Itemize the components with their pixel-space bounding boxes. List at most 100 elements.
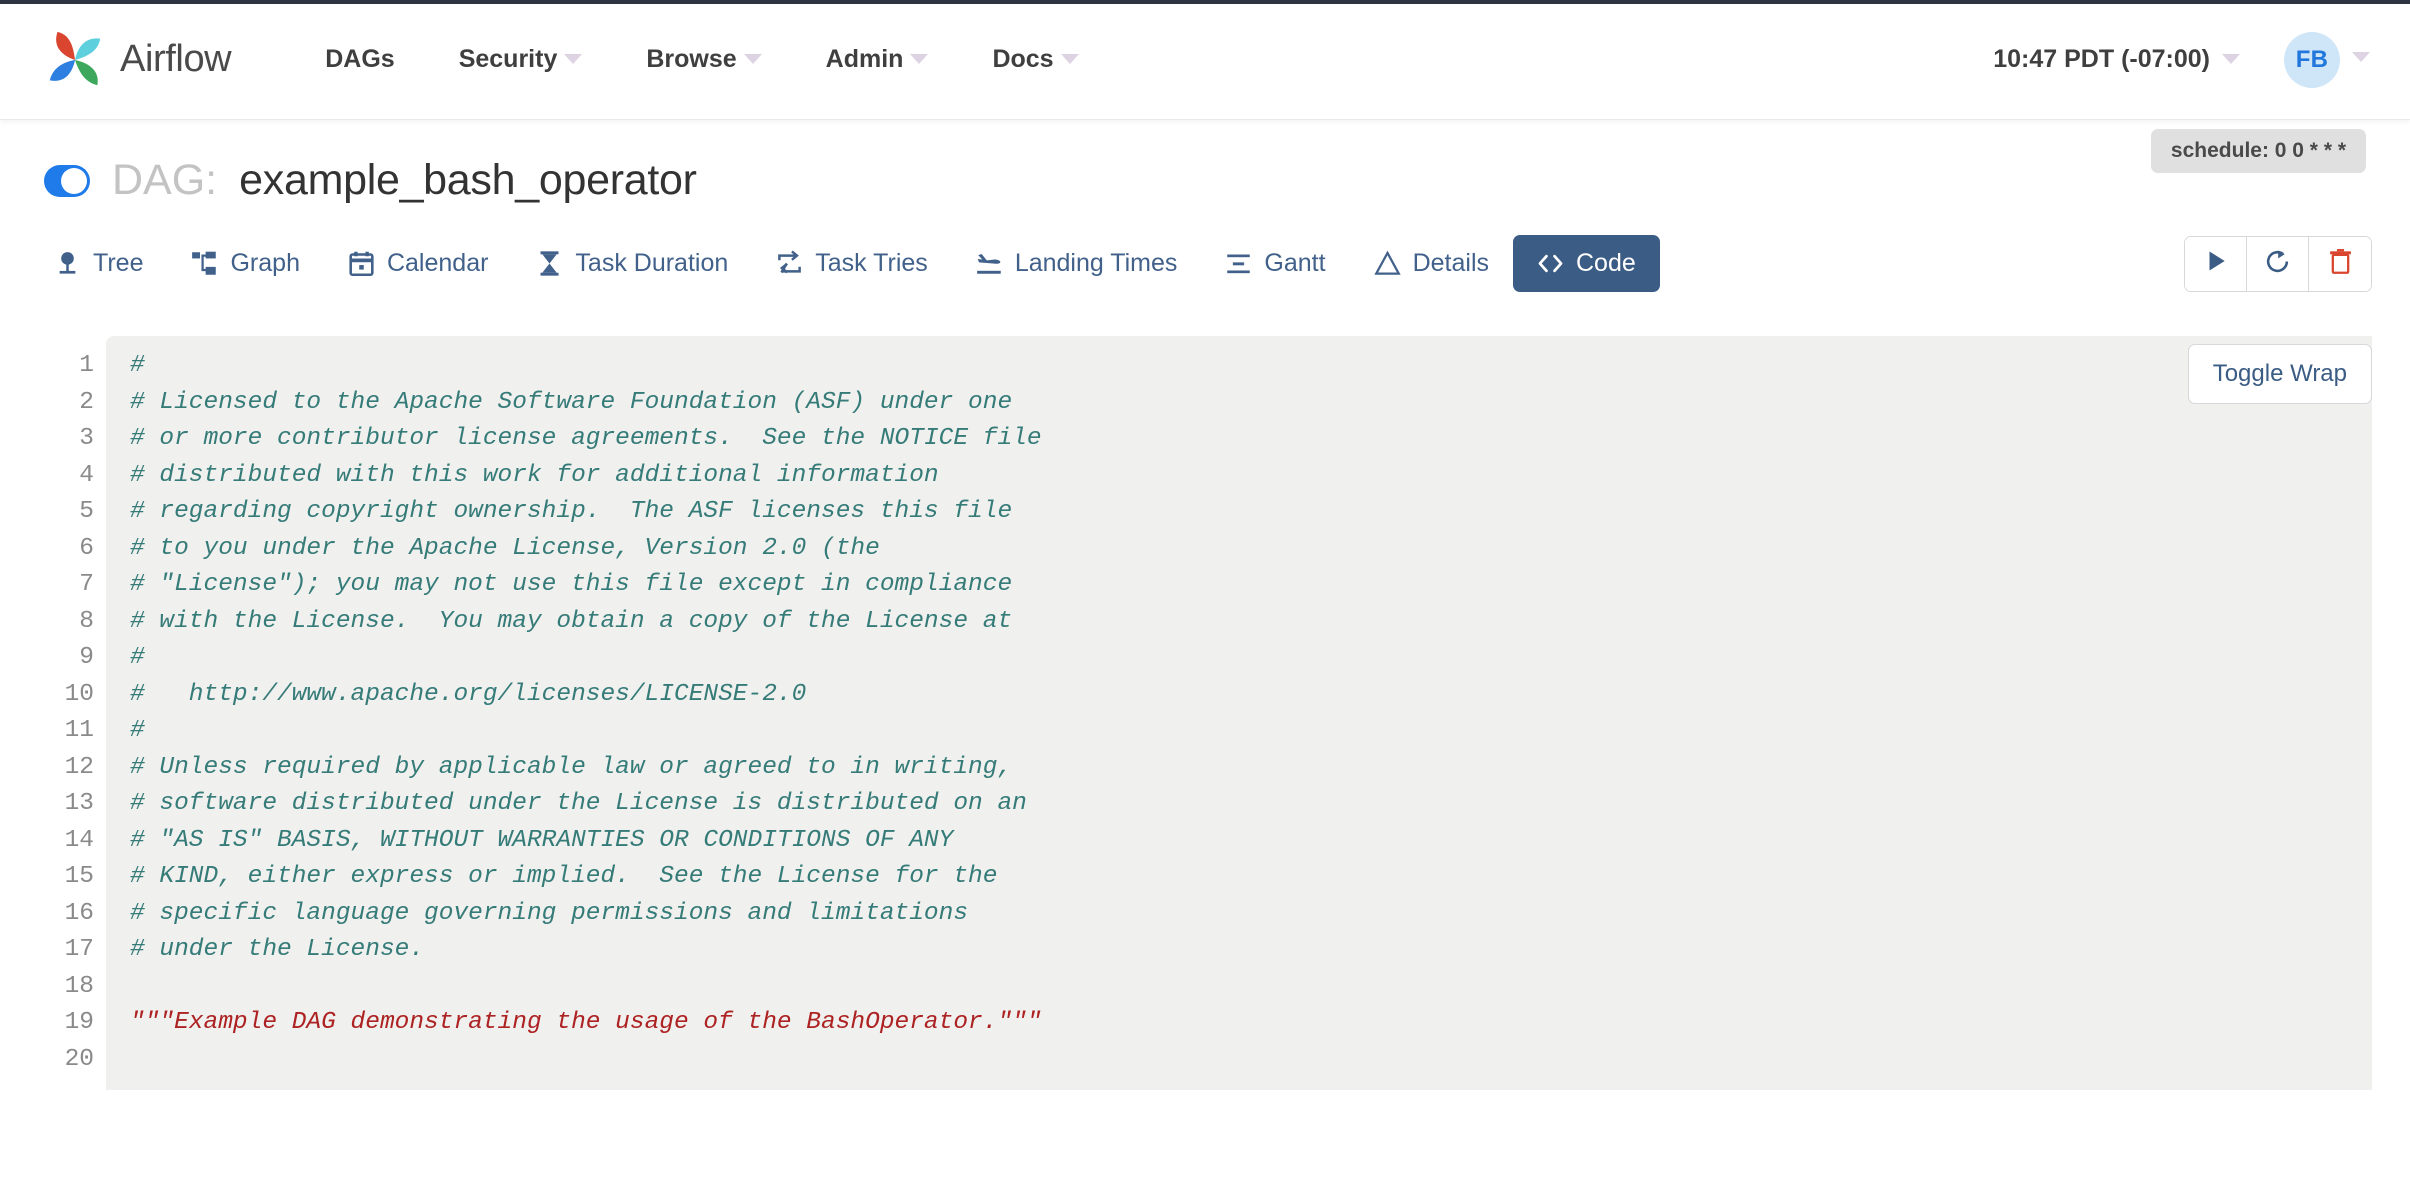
tab-label: Code — [1576, 249, 1636, 277]
page-title: example_bash_operator — [239, 156, 697, 204]
code-content[interactable]: # # Licensed to the Apache Software Found… — [106, 336, 2372, 1090]
refresh-icon — [2264, 248, 2291, 280]
toggle-wrap-button[interactable]: Toggle Wrap — [2187, 344, 2372, 404]
tab-details[interactable]: Details — [1350, 235, 1513, 292]
delete-dag-button[interactable] — [2309, 236, 2371, 291]
tab-label: Details — [1412, 249, 1489, 277]
avatar: FB — [2284, 31, 2340, 88]
nav-item-security[interactable]: Security — [427, 35, 615, 84]
line-number: 11 — [64, 717, 94, 744]
line-number: 13 — [64, 790, 94, 817]
tab-label: Task Tries — [815, 249, 928, 277]
nav-item-label: DAGs — [325, 45, 395, 73]
line-number: 1 — [79, 352, 94, 379]
tab-graph[interactable]: Graph — [167, 235, 323, 292]
user-menu[interactable]: FB — [2262, 31, 2370, 88]
timezone-selector[interactable]: 10:47 PDT (-07:00) — [1971, 35, 2262, 84]
triangle-info-icon — [1373, 250, 1401, 277]
code-line: # — [130, 717, 145, 744]
line-number: 6 — [79, 534, 94, 562]
line-number: 9 — [79, 644, 94, 671]
tab-gantt[interactable]: Gantt — [1201, 235, 1349, 292]
project-diagram-icon — [191, 250, 218, 277]
line-number-gutter: 1 2 3 4 5 6 7 8 9 10 11 12 13 14 15 16 17 18 19 20 — [44, 336, 106, 1090]
tab-label: Task Duration — [575, 249, 729, 277]
line-number: 8 — [79, 607, 94, 635]
line-number: 20 — [64, 1045, 94, 1073]
chevron-down-icon — [910, 54, 929, 64]
code-line: # — [130, 644, 145, 671]
line-number: 18 — [64, 972, 94, 1000]
nav-item-admin[interactable]: Admin — [794, 35, 961, 84]
tab-label: Graph — [230, 249, 300, 277]
code-line: # to you under the Apache License, Versi… — [130, 534, 880, 562]
code-line: # or more contributor license agreements… — [130, 425, 1042, 452]
line-number: 15 — [64, 863, 94, 890]
code-line: # distributed with this work for additio… — [130, 461, 939, 489]
tab-label: Landing Times — [1014, 249, 1178, 277]
dag-header: DAG: example_bash_operator schedule: 0 0… — [0, 120, 2410, 205]
dag-title-row: DAG: example_bash_operator — [44, 156, 697, 205]
tab-label: Gantt — [1264, 249, 1326, 277]
code-line: # under the License. — [130, 936, 425, 963]
tab-landing-times[interactable]: Landing Times — [952, 235, 1202, 292]
tab-calendar[interactable]: Calendar — [324, 235, 512, 292]
chevron-down-icon — [2352, 51, 2370, 62]
dag-tabs: Tree Graph Calendar Task Duration Task T… — [30, 235, 1660, 292]
brand-name: Airflow — [120, 38, 232, 80]
chevron-down-icon — [743, 54, 762, 64]
chevron-down-icon — [2222, 54, 2240, 64]
nav-item-browse[interactable]: Browse — [614, 35, 793, 84]
tab-code[interactable]: Code — [1513, 235, 1660, 292]
line-number: 3 — [79, 425, 94, 452]
line-number: 7 — [79, 571, 94, 598]
chevron-down-icon — [564, 54, 583, 64]
trash-icon — [2328, 248, 2353, 280]
line-number: 10 — [64, 680, 94, 708]
navbar-right: 10:47 PDT (-07:00) FB — [1971, 31, 2370, 88]
hourglass-icon — [536, 250, 563, 277]
chevron-down-icon — [1060, 54, 1079, 64]
airflow-pinwheel-logo — [44, 29, 106, 91]
clock-label: 10:47 PDT (-07:00) — [1993, 45, 2210, 73]
top-navbar: Airflow DAGs Security Browse Admin Docs … — [0, 0, 2410, 120]
line-number: 4 — [79, 461, 94, 489]
tab-task-duration[interactable]: Task Duration — [512, 235, 752, 292]
tab-tree[interactable]: Tree — [30, 235, 167, 292]
status-badge: schedule: 0 0 * * * — [2150, 129, 2366, 173]
nav-item-dags[interactable]: DAGs — [293, 35, 426, 84]
nav-links: DAGs Security Browse Admin Docs — [293, 35, 1110, 84]
source-code-viewer[interactable]: 1 2 3 4 5 6 7 8 9 10 11 12 13 14 15 16 17 18 19 20 # # Licen… — [44, 336, 2372, 1090]
nav-item-label: Admin — [825, 45, 904, 73]
code-line: """Example DAG demonstrating the usage o… — [130, 1009, 1042, 1036]
code-line: # with the License. You may obtain a cop… — [130, 607, 1013, 635]
code-line: # Licensed to the Apache Software Founda… — [130, 388, 1013, 416]
brand-home-link[interactable]: Airflow — [44, 29, 232, 91]
code-line: # software distributed under the License… — [130, 790, 1027, 817]
dag-label: DAG: — [112, 156, 218, 204]
code-line: # regarding copyright ownership. The ASF… — [130, 498, 1013, 525]
play-icon — [2203, 248, 2229, 279]
tab-task-tries[interactable]: Task Tries — [752, 235, 952, 292]
dag-pause-toggle[interactable] — [44, 164, 90, 197]
dag-tab-bar: Tree Graph Calendar Task Duration Task T… — [0, 235, 2410, 292]
gantt-bars-icon — [1225, 250, 1252, 277]
code-panel: Toggle Wrap 1 2 3 4 5 6 7 8 9 10 11 12 13 14 15 16 17 18 1… — [44, 336, 2372, 1090]
line-number: 12 — [64, 753, 94, 781]
line-number: 5 — [79, 498, 94, 525]
tree-icon — [54, 250, 81, 277]
plane-landing-icon — [976, 250, 1003, 277]
code-line: # — [130, 352, 145, 379]
line-number: 14 — [64, 826, 94, 854]
line-number: 2 — [79, 388, 94, 416]
code-line: # KIND, either express or implied. See t… — [130, 863, 998, 890]
refresh-button[interactable] — [2247, 236, 2309, 291]
navbar-top-rule — [0, 0, 2410, 4]
tab-label: Calendar — [386, 249, 489, 277]
nav-item-label: Docs — [992, 45, 1054, 73]
tab-label: Tree — [93, 249, 144, 277]
nav-item-label: Security — [458, 45, 558, 73]
trigger-dag-button[interactable] — [2185, 236, 2247, 291]
nav-item-docs[interactable]: Docs — [960, 35, 1110, 84]
